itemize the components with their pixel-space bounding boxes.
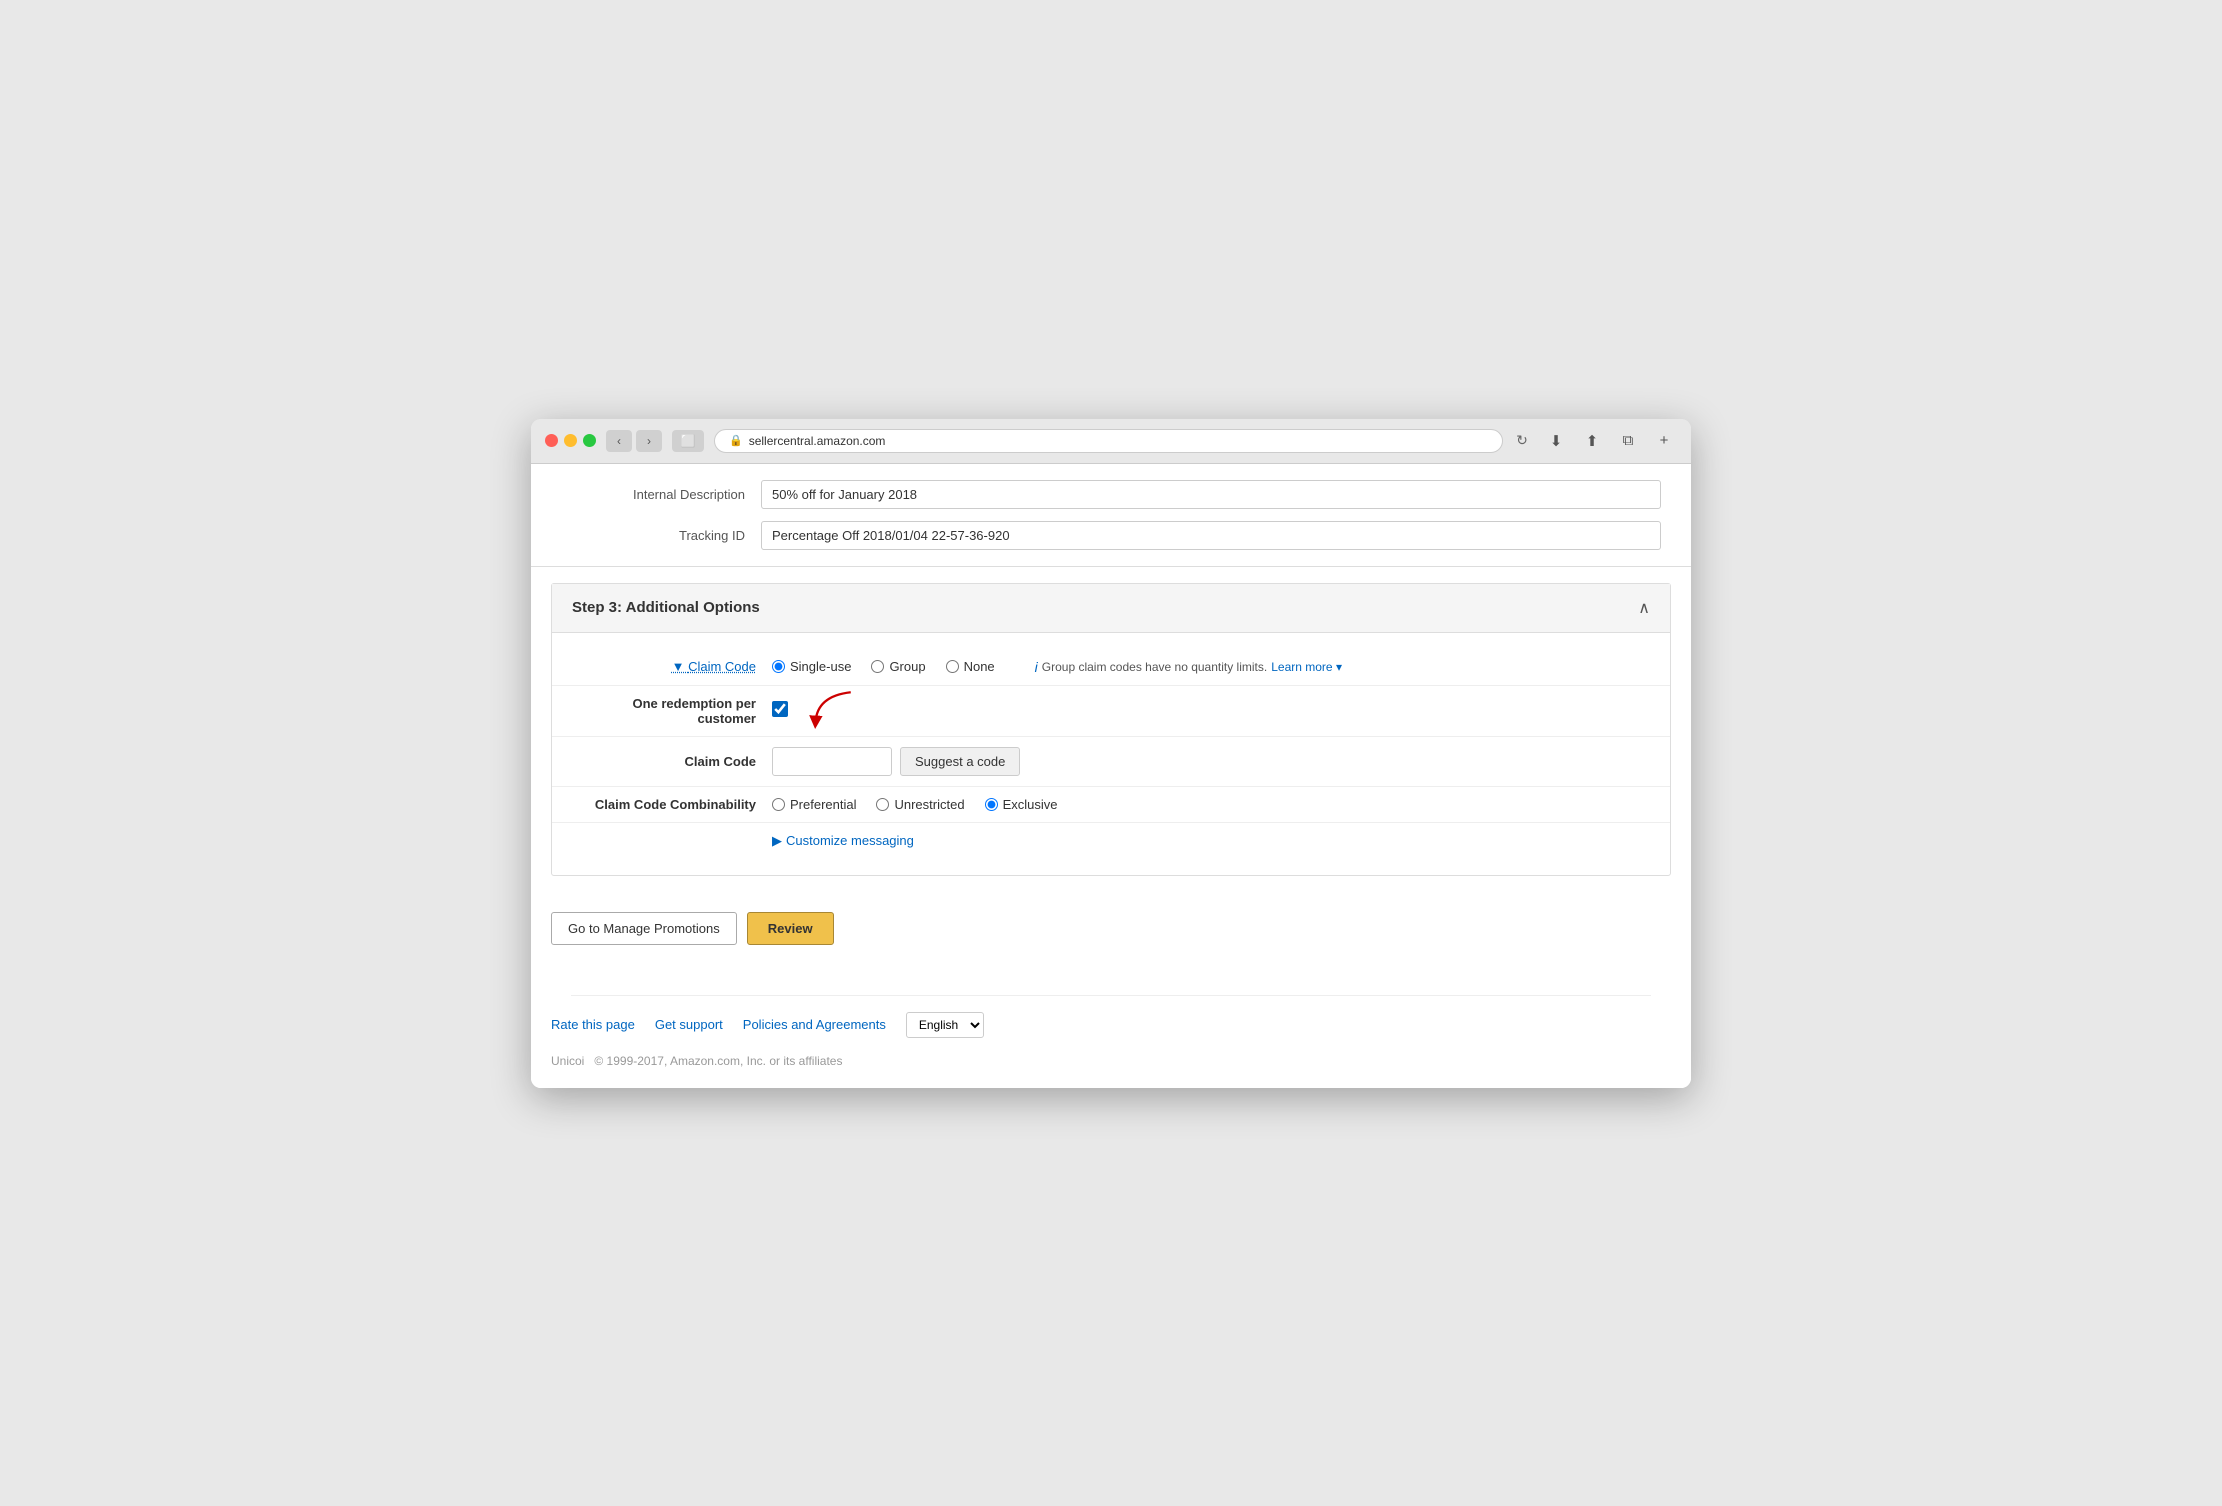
- nav-buttons: ‹ ›: [606, 430, 662, 452]
- customize-messaging-link[interactable]: ▶ Customize messaging: [772, 833, 914, 849]
- address-bar[interactable]: 🔒 sellercentral.amazon.com: [714, 429, 1503, 453]
- get-support-link[interactable]: Get support: [655, 1017, 723, 1032]
- claim-code-input-label: Claim Code: [572, 754, 772, 769]
- combinability-row: Claim Code Combinability Preferential Un…: [552, 787, 1670, 823]
- collapse-button[interactable]: ∧: [1638, 598, 1650, 618]
- share-icon[interactable]: ⬆: [1579, 430, 1605, 452]
- customize-messaging-row: ▶ Customize messaging: [552, 823, 1670, 859]
- combinability-radio-group: Preferential Unrestricted Exclusive: [772, 797, 1057, 812]
- none-radio[interactable]: [946, 660, 959, 673]
- group-info-text: i Group claim codes have no quantity lim…: [1035, 659, 1342, 675]
- claim-code-label[interactable]: ▼ Claim Code: [572, 659, 772, 674]
- footer: Rate this page Get support Policies and …: [531, 965, 1691, 1088]
- manage-promotions-button[interactable]: Go to Manage Promotions: [551, 912, 737, 945]
- exclusive-radio[interactable]: [985, 798, 998, 811]
- toolbar-icons: ⬇ ⬆ ⧉ +: [1543, 430, 1677, 452]
- preferential-radio[interactable]: [772, 798, 785, 811]
- address-bar-container: 🔒 sellercentral.amazon.com ↻: [714, 429, 1533, 453]
- traffic-lights: [545, 434, 596, 447]
- claim-code-text-input[interactable]: [772, 747, 892, 776]
- step3-body: ▼ Claim Code Single-use Group: [552, 633, 1670, 875]
- close-button[interactable]: [545, 434, 558, 447]
- checkbox-container: [772, 701, 788, 720]
- unrestricted-option[interactable]: Unrestricted: [876, 797, 964, 812]
- url-text: sellercentral.amazon.com: [749, 434, 886, 448]
- learn-more-link[interactable]: Learn more ▾: [1271, 660, 1342, 674]
- maximize-button[interactable]: [583, 434, 596, 447]
- single-use-radio[interactable]: [772, 660, 785, 673]
- group-radio[interactable]: [871, 660, 884, 673]
- browser-window: ‹ › ⬜ 🔒 sellercentral.amazon.com ↻ ⬇ ⬆ ⧉…: [531, 419, 1691, 1088]
- internal-description-row: Internal Description: [561, 480, 1661, 509]
- group-option[interactable]: Group: [871, 659, 925, 674]
- single-use-option[interactable]: Single-use: [772, 659, 851, 674]
- claim-code-row: ▼ Claim Code Single-use Group: [552, 649, 1670, 686]
- tab-button[interactable]: ⬜: [672, 430, 704, 452]
- unrestricted-label: Unrestricted: [894, 797, 964, 812]
- tracking-id-input[interactable]: [761, 521, 1661, 550]
- page-content: Internal Description Tracking ID Step 3:…: [531, 464, 1691, 1088]
- internal-description-input[interactable]: [761, 480, 1661, 509]
- rate-page-link[interactable]: Rate this page: [551, 1017, 635, 1032]
- tracking-id-label: Tracking ID: [561, 528, 761, 543]
- policies-link[interactable]: Policies and Agreements: [743, 1017, 886, 1032]
- customize-messaging-label: Customize messaging: [786, 833, 914, 848]
- step3-section: Step 3: Additional Options ∧ ▼ Claim Cod…: [551, 583, 1671, 876]
- one-redemption-checkbox[interactable]: [772, 701, 788, 717]
- review-button[interactable]: Review: [747, 912, 834, 945]
- lock-icon: 🔒: [729, 434, 743, 447]
- unrestricted-radio[interactable]: [876, 798, 889, 811]
- internal-description-label: Internal Description: [561, 487, 761, 502]
- footer-links: Rate this page Get support Policies and …: [551, 1012, 1671, 1054]
- none-label: None: [964, 659, 995, 674]
- reload-button[interactable]: ↻: [1511, 430, 1533, 452]
- minimize-button[interactable]: [564, 434, 577, 447]
- single-use-label: Single-use: [790, 659, 851, 674]
- add-tab-icon[interactable]: +: [1651, 430, 1677, 452]
- forward-button[interactable]: ›: [636, 430, 662, 452]
- triangle-icon: ▶: [772, 833, 782, 849]
- one-redemption-row: One redemption per customer: [552, 686, 1670, 737]
- suggest-code-button[interactable]: Suggest a code: [900, 747, 1020, 776]
- footer-copyright-text: © 1999-2017, Amazon.com, Inc. or its aff…: [594, 1054, 842, 1068]
- download-icon[interactable]: ⬇: [1543, 430, 1569, 452]
- action-buttons: Go to Manage Promotions Review: [531, 892, 1691, 965]
- claim-code-radio-group: Single-use Group None i Group claim: [772, 659, 1342, 675]
- footer-divider: [571, 995, 1651, 996]
- group-label: Group: [889, 659, 925, 674]
- one-redemption-label: One redemption per customer: [572, 696, 772, 726]
- back-button[interactable]: ‹: [606, 430, 632, 452]
- combinability-label: Claim Code Combinability: [572, 797, 772, 812]
- exclusive-label: Exclusive: [1003, 797, 1058, 812]
- claim-code-inputs: Suggest a code: [772, 747, 1020, 776]
- new-window-icon[interactable]: ⧉: [1615, 430, 1641, 452]
- step3-header: Step 3: Additional Options ∧: [552, 584, 1670, 633]
- group-info-description: Group claim codes have no quantity limit…: [1042, 660, 1267, 674]
- step3-title: Step 3: Additional Options: [572, 599, 760, 616]
- language-select[interactable]: English: [906, 1012, 984, 1038]
- tracking-id-row: Tracking ID: [561, 521, 1661, 550]
- top-fields: Internal Description Tracking ID: [531, 464, 1691, 567]
- red-arrow-annotation: [802, 686, 862, 736]
- preferential-option[interactable]: Preferential: [772, 797, 856, 812]
- exclusive-option[interactable]: Exclusive: [985, 797, 1058, 812]
- preferential-label: Preferential: [790, 797, 856, 812]
- claim-code-input-row: Claim Code Suggest a code: [552, 737, 1670, 787]
- none-option[interactable]: None: [946, 659, 995, 674]
- browser-chrome: ‹ › ⬜ 🔒 sellercentral.amazon.com ↻ ⬇ ⬆ ⧉…: [531, 419, 1691, 464]
- footer-copyright: Unicoi © 1999-2017, Amazon.com, Inc. or …: [551, 1054, 1671, 1068]
- footer-brand: Unicoi: [551, 1054, 584, 1068]
- info-icon: i: [1035, 659, 1038, 675]
